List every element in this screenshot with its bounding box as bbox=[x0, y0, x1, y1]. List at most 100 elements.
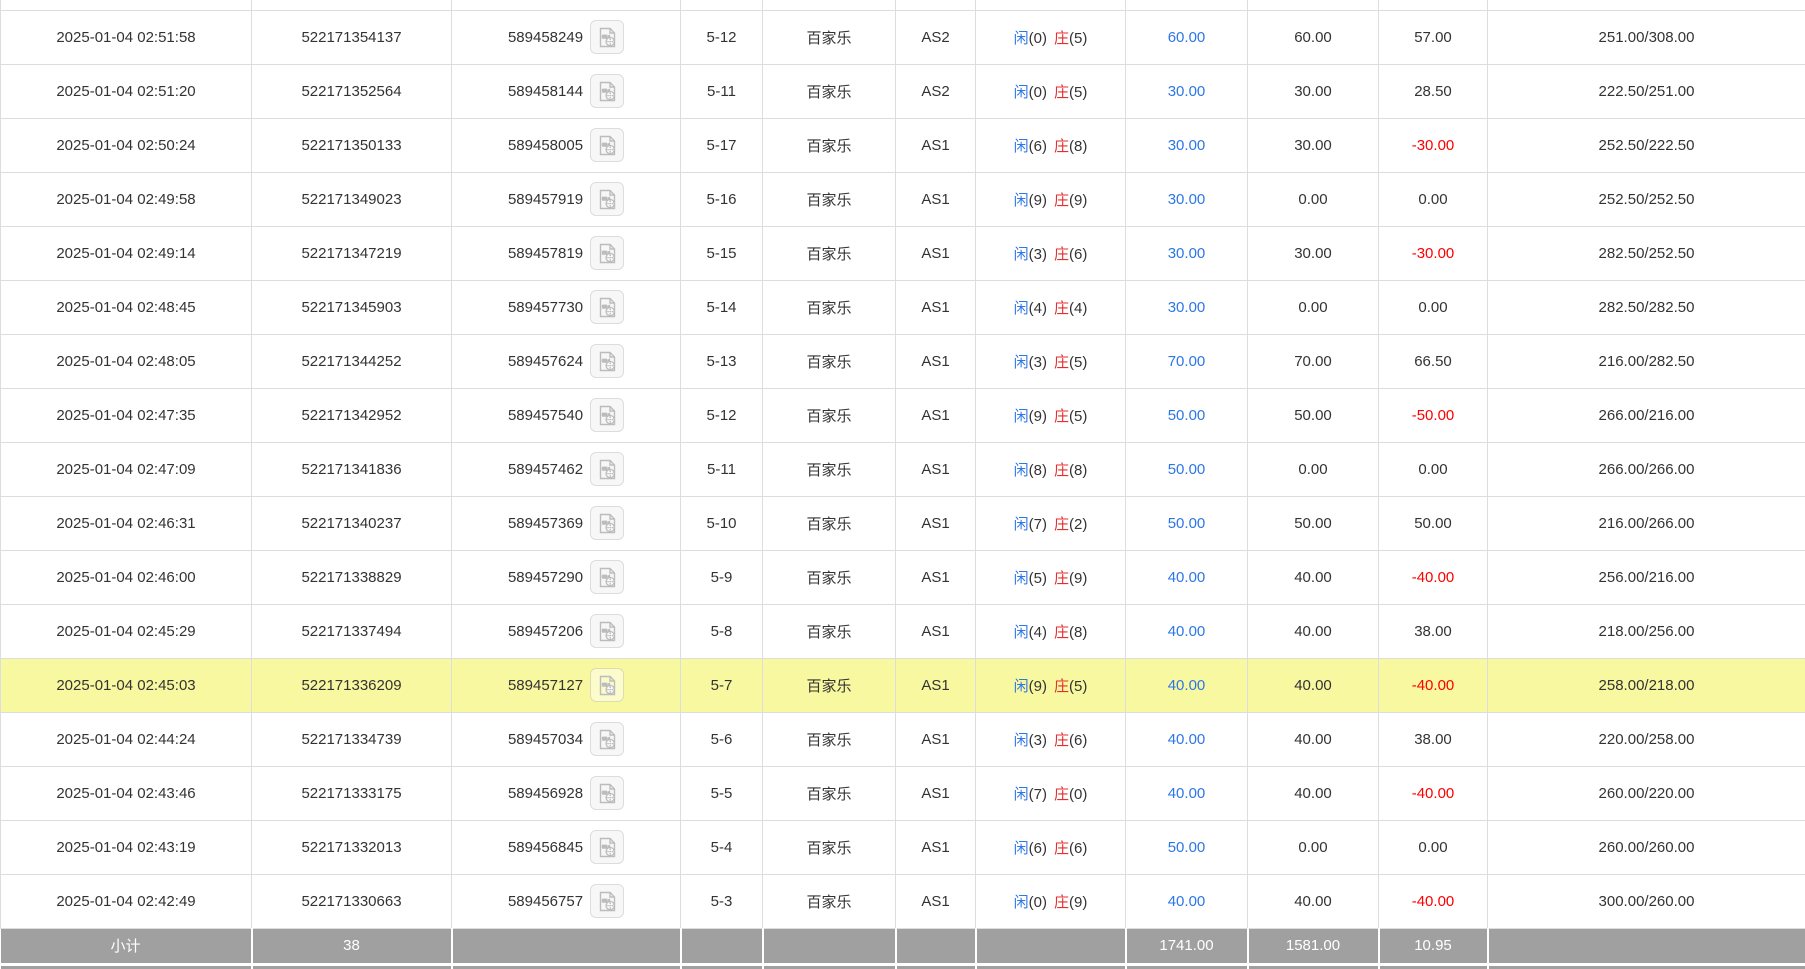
result-cell: 闲(8)庄(8) bbox=[976, 442, 1126, 496]
bet-amount-link[interactable]: 50.00 bbox=[1168, 461, 1206, 478]
video-replay-button[interactable] bbox=[590, 128, 624, 162]
bet-amount-link[interactable]: 30.00 bbox=[1168, 83, 1206, 100]
bet-amount-link[interactable]: 30.00 bbox=[1168, 137, 1206, 154]
result-cell: 闲(6)庄(6) bbox=[976, 820, 1126, 874]
bet-amount-link[interactable]: 60.00 bbox=[1168, 29, 1206, 46]
video-replay-button[interactable] bbox=[590, 506, 624, 540]
table-row[interactable]: 2025-01-04 02:45:29 522171337494 5894572… bbox=[1, 604, 1805, 658]
player-result: 闲 bbox=[1014, 354, 1029, 371]
bet-amount-link[interactable]: 40.00 bbox=[1168, 785, 1206, 802]
video-replay-button[interactable] bbox=[590, 560, 624, 594]
bet-amount-link[interactable]: 40.00 bbox=[1168, 623, 1206, 640]
video-record-icon bbox=[597, 135, 618, 156]
video-replay-button[interactable] bbox=[590, 776, 624, 810]
table-row[interactable]: 2025-01-04 02:45:03 522171336209 5894571… bbox=[1, 658, 1805, 712]
table-row[interactable]: 2025-01-04 02:49:14 522171347219 5894578… bbox=[1, 226, 1805, 280]
table-row[interactable]: 2025-01-04 02:49:58 522171349023 5894579… bbox=[1, 172, 1805, 226]
winloss-cell: 0.00 bbox=[1379, 172, 1488, 226]
table-row[interactable]: 2025-01-04 02:43:19 522171332013 5894568… bbox=[1, 820, 1805, 874]
bet-amount-link[interactable]: 40.00 bbox=[1168, 893, 1206, 910]
table-row[interactable]: 2025-01-04 02:44:24 522171334739 5894570… bbox=[1, 712, 1805, 766]
video-replay-button[interactable] bbox=[590, 182, 624, 216]
table-name-cell: AS1 bbox=[896, 874, 976, 928]
table-row[interactable]: 2025-01-04 02:42:49 522171330663 5894567… bbox=[1, 874, 1805, 928]
bet-amount-link[interactable]: 30.00 bbox=[1168, 191, 1206, 208]
shoe-round-cell: 5-10 bbox=[681, 496, 763, 550]
table-row[interactable]: 2025-01-04 02:48:05 522171344252 5894576… bbox=[1, 334, 1805, 388]
bet-amount-link[interactable]: 40.00 bbox=[1168, 677, 1206, 694]
video-replay-button[interactable] bbox=[590, 398, 624, 432]
banker-result: 庄 bbox=[1054, 138, 1069, 155]
table-row[interactable]: 2025-01-04 02:48:45 522171345903 5894577… bbox=[1, 280, 1805, 334]
video-replay-button[interactable] bbox=[590, 614, 624, 648]
bet-amount-link[interactable]: 50.00 bbox=[1168, 839, 1206, 856]
video-replay-button[interactable] bbox=[590, 20, 624, 54]
video-replay-button[interactable] bbox=[590, 236, 624, 270]
bet-amount-cell: 30.00 bbox=[1126, 172, 1248, 226]
balance-cell: 260.00/260.00 bbox=[1488, 820, 1805, 874]
bet-amount-link[interactable]: 40.00 bbox=[1168, 569, 1206, 586]
table-row[interactable]: 2025-01-04 02:51:58 522171354137 5894582… bbox=[1, 10, 1805, 64]
result-cell: 闲(9)庄(5) bbox=[976, 658, 1126, 712]
balance-cell: 220.00/258.00 bbox=[1488, 712, 1805, 766]
bet-time-cell: 2025-01-04 02:49:14 bbox=[1, 226, 252, 280]
round-no-cell: 589458249 bbox=[452, 10, 681, 64]
order-no-cell: 522171336209 bbox=[252, 658, 452, 712]
video-replay-button[interactable] bbox=[590, 884, 624, 918]
bet-amount-cell: 30.00 bbox=[1126, 226, 1248, 280]
shoe-round-cell: 5-6 bbox=[681, 712, 763, 766]
order-no-cell: 522171334739 bbox=[252, 712, 452, 766]
order-no-cell: 522171332013 bbox=[252, 820, 452, 874]
round-no-cell: 589457034 bbox=[452, 712, 681, 766]
game-type-cell: 百家乐 bbox=[763, 496, 896, 550]
bet-amount-link[interactable]: 50.00 bbox=[1168, 515, 1206, 532]
video-replay-button[interactable] bbox=[590, 452, 624, 486]
table-row[interactable]: 2025-01-04 02:43:46 522171333175 5894569… bbox=[1, 766, 1805, 820]
table-row[interactable]: 2025-01-04 02:46:00 522171338829 5894572… bbox=[1, 550, 1805, 604]
bet-amount-cell: 50.00 bbox=[1126, 388, 1248, 442]
bet-amount-cell: 40.00 bbox=[1126, 874, 1248, 928]
table-row[interactable]: 2025-01-04 02:50:24 522171350133 5894580… bbox=[1, 118, 1805, 172]
game-type-cell: 百家乐 bbox=[763, 658, 896, 712]
table-name-cell: AS1 bbox=[896, 334, 976, 388]
bet-amount-cell: 60.00 bbox=[1126, 10, 1248, 64]
valid-amount-cell: 40.00 bbox=[1248, 604, 1379, 658]
winloss-cell: 66.50 bbox=[1379, 334, 1488, 388]
order-no-cell: 522171345903 bbox=[252, 280, 452, 334]
banker-result: 庄 bbox=[1054, 192, 1069, 209]
valid-amount-cell: 40.00 bbox=[1248, 766, 1379, 820]
video-replay-button[interactable] bbox=[590, 722, 624, 756]
table-row[interactable]: 2025-01-04 02:47:35 522171342952 5894575… bbox=[1, 388, 1805, 442]
bet-amount-link[interactable]: 50.00 bbox=[1168, 407, 1206, 424]
video-replay-button[interactable] bbox=[590, 344, 624, 378]
video-replay-button[interactable] bbox=[590, 290, 624, 324]
table-name-cell: AS1 bbox=[896, 118, 976, 172]
player-result: 闲 bbox=[1014, 678, 1029, 695]
winloss-cell: 0.00 bbox=[1379, 280, 1488, 334]
bet-amount-cell: 50.00 bbox=[1126, 442, 1248, 496]
table-name-cell: AS1 bbox=[896, 226, 976, 280]
video-replay-button[interactable] bbox=[590, 830, 624, 864]
shoe-round-cell: 5-4 bbox=[681, 820, 763, 874]
game-type-cell: 百家乐 bbox=[763, 226, 896, 280]
player-result: 闲 bbox=[1014, 192, 1029, 209]
winloss-cell: -50.00 bbox=[1379, 388, 1488, 442]
table-row[interactable]: 2025-01-04 02:46:31 522171340237 5894573… bbox=[1, 496, 1805, 550]
bet-amount-link[interactable]: 30.00 bbox=[1168, 299, 1206, 316]
bet-amount-link[interactable]: 40.00 bbox=[1168, 731, 1206, 748]
video-record-icon bbox=[597, 513, 618, 534]
video-record-icon bbox=[597, 351, 618, 372]
bet-amount-link[interactable]: 30.00 bbox=[1168, 245, 1206, 262]
table-row[interactable]: 2025-01-04 02:51:20 522171352564 5894581… bbox=[1, 64, 1805, 118]
result-cell: 闲(6)庄(8) bbox=[976, 118, 1126, 172]
records-body: 2025-01-04 02:51:58 522171354137 5894582… bbox=[1, 0, 1805, 969]
bet-amount-link[interactable]: 70.00 bbox=[1168, 353, 1206, 370]
video-replay-button[interactable] bbox=[590, 74, 624, 108]
player-result: 闲 bbox=[1014, 786, 1029, 803]
video-record-icon bbox=[597, 675, 618, 696]
table-row[interactable]: 2025-01-04 02:47:09 522171341836 5894574… bbox=[1, 442, 1805, 496]
video-replay-button[interactable] bbox=[590, 668, 624, 702]
round-no-cell: 589457540 bbox=[452, 388, 681, 442]
valid-amount-cell: 40.00 bbox=[1248, 550, 1379, 604]
bet-amount-cell: 30.00 bbox=[1126, 64, 1248, 118]
